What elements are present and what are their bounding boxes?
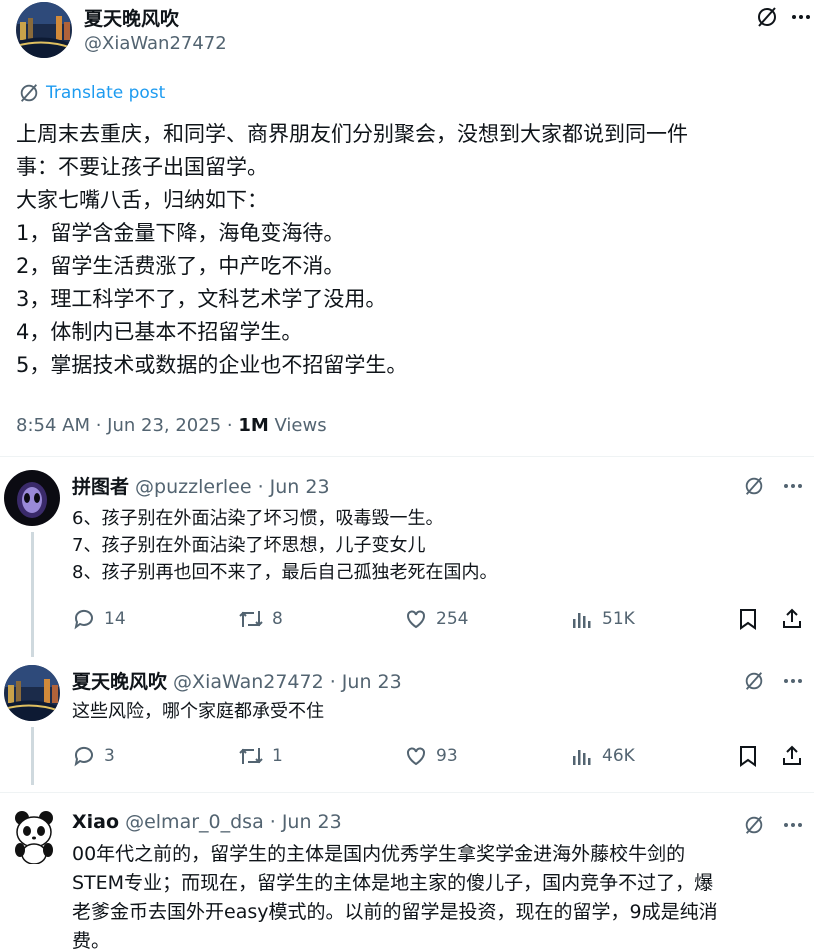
reply-line: 费。 (72, 930, 111, 949)
reply-line: STEM专业；而现在，留学生的主体是地主家的傻儿子，国内竞争不过了，爆 (72, 872, 714, 894)
post-meta: 8:54 AM · Jun 23, 2025 · 1M Views (16, 415, 327, 436)
reply-line: 老爹金币去国外开easy模式的。以前的留学是投资，现在的留学，9成是纯消 (72, 901, 718, 923)
post-text: 上周末去重庆，和同学、商界朋友们分别聚会，没想到大家都说到同一件 事：不要让孩子… (16, 118, 806, 382)
more-icon[interactable] (788, 2, 814, 32)
reply-text: 这些风险，哪个家庭都承受不住 (72, 698, 324, 725)
like-count: 254 (436, 609, 469, 629)
translate-post-link[interactable]: Translate post (18, 82, 165, 104)
reply-icon (74, 746, 93, 767)
grok-icon[interactable] (740, 472, 768, 500)
views-icon (573, 750, 591, 765)
like-button[interactable]: 254 (404, 605, 468, 633)
author-handle[interactable]: @XiaWan27472 (84, 33, 227, 54)
action-bar: 3 1 93 46K (72, 742, 808, 770)
reply-handle-date[interactable]: @elmar_0_dsa · Jun 23 (119, 811, 342, 833)
avatar[interactable] (8, 808, 64, 864)
like-icon (407, 747, 425, 766)
author-name[interactable]: 夏天晚风吹 (84, 4, 179, 31)
post-line: 4，体制内已基本不招留学生。 (16, 320, 303, 344)
post-line: 5，掌据技术或数据的企业也不招留学生。 (16, 353, 408, 377)
reply-line: 8、孩子别再也回不来了，最后自己孤独老死在国内。 (72, 562, 498, 583)
reply-count: 3 (104, 746, 115, 766)
repost-count: 8 (272, 609, 283, 629)
more-icon[interactable] (780, 472, 806, 500)
divider (0, 456, 814, 457)
reply-line: 这些风险，哪个家庭都承受不住 (72, 701, 324, 722)
reply-line: 00年代之前的，留学生的主体是国内优秀学生拿奖学金进海外藤校牛剑的 (72, 843, 686, 865)
bookmark-icon (740, 609, 756, 630)
reply-line: 7、孩子别在外面沾染了坏思想，儿子变女儿 (72, 535, 426, 556)
post-line: 1，留学含金量下降，海龟变海待。 (16, 221, 345, 245)
post-timestamp[interactable]: 8:54 AM · Jun 23, 2025 · (16, 415, 238, 436)
avatar[interactable] (16, 2, 72, 58)
share-button[interactable] (780, 605, 804, 633)
translate-label: Translate post (46, 83, 166, 103)
post-line: 3，理工科学不了，文科艺术学了没用。 (16, 287, 387, 311)
reply-button[interactable]: 3 (72, 742, 115, 770)
more-icon[interactable] (780, 667, 806, 695)
reply-header: 拼图者 @puzzlerlee · Jun 23 (72, 472, 330, 499)
post-line: 事：不要让孩子出国留学。 (16, 155, 268, 179)
reply-count: 14 (104, 609, 126, 629)
translate-icon (20, 84, 38, 102)
post-line: 大家七嘴八舌，归纳如下： (16, 188, 268, 212)
reply-text: 6、孩子别在外面沾染了坏习惯，吸毒毁一生。 7、孩子别在外面沾染了坏思想，儿子变… (72, 505, 497, 586)
reply-icon (74, 609, 93, 630)
action-bar: 14 8 254 51K (72, 605, 808, 633)
share-icon (783, 608, 801, 628)
thread-line (31, 727, 34, 785)
grok-icon[interactable] (752, 2, 782, 32)
repost-icon (239, 748, 263, 764)
reply-handle-date[interactable]: @puzzlerlee · Jun 23 (129, 476, 330, 498)
reply-header: Xiao @elmar_0_dsa · Jun 23 (72, 811, 342, 833)
grok-icon[interactable] (740, 811, 768, 839)
share-button[interactable] (780, 742, 804, 770)
avatar[interactable] (4, 470, 60, 526)
views-button[interactable]: 51K (570, 605, 635, 633)
views-count: 51K (602, 609, 635, 629)
bookmark-icon (740, 746, 756, 767)
reply-author-name[interactable]: 拼图者 (72, 476, 129, 498)
reply-line: 6、孩子别在外面沾染了坏习惯，吸毒毁一生。 (72, 508, 444, 529)
thread-line (31, 532, 34, 657)
post-line: 2，留学生活费涨了，中产吃不消。 (16, 254, 345, 278)
repost-count: 1 (272, 746, 283, 766)
like-count: 93 (436, 746, 458, 766)
like-icon (407, 610, 425, 629)
views-icon (573, 613, 591, 628)
reply-button[interactable]: 14 (72, 605, 126, 633)
repost-button[interactable]: 1 (238, 742, 283, 770)
grok-icon[interactable] (740, 667, 768, 695)
like-button[interactable]: 93 (404, 742, 458, 770)
repost-button[interactable]: 8 (238, 605, 283, 633)
bookmark-button[interactable] (737, 742, 759, 770)
reply-author-name[interactable]: Xiao (72, 811, 119, 833)
views-count: 46K (602, 746, 635, 766)
repost-icon (239, 611, 263, 627)
views-count: 1M (238, 415, 269, 436)
views-label: Views (268, 415, 327, 436)
avatar[interactable] (4, 665, 60, 721)
reply-header: 夏天晚风吹 @XiaWan27472 · Jun 23 (72, 667, 402, 694)
share-icon (783, 745, 801, 765)
reply-author-name[interactable]: 夏天晚风吹 (72, 671, 167, 693)
post-line: 上周末去重庆，和同学、商界朋友们分别聚会，没想到大家都说到同一件 (16, 122, 688, 146)
reply-text: 00年代之前的，留学生的主体是国内优秀学生拿奖学金进海外藤校牛剑的 STEM专业… (72, 840, 802, 949)
bookmark-button[interactable] (737, 605, 759, 633)
reply-handle-date[interactable]: @XiaWan27472 · Jun 23 (167, 671, 402, 693)
views-button[interactable]: 46K (570, 742, 635, 770)
divider (0, 792, 814, 793)
more-icon[interactable] (780, 811, 806, 839)
